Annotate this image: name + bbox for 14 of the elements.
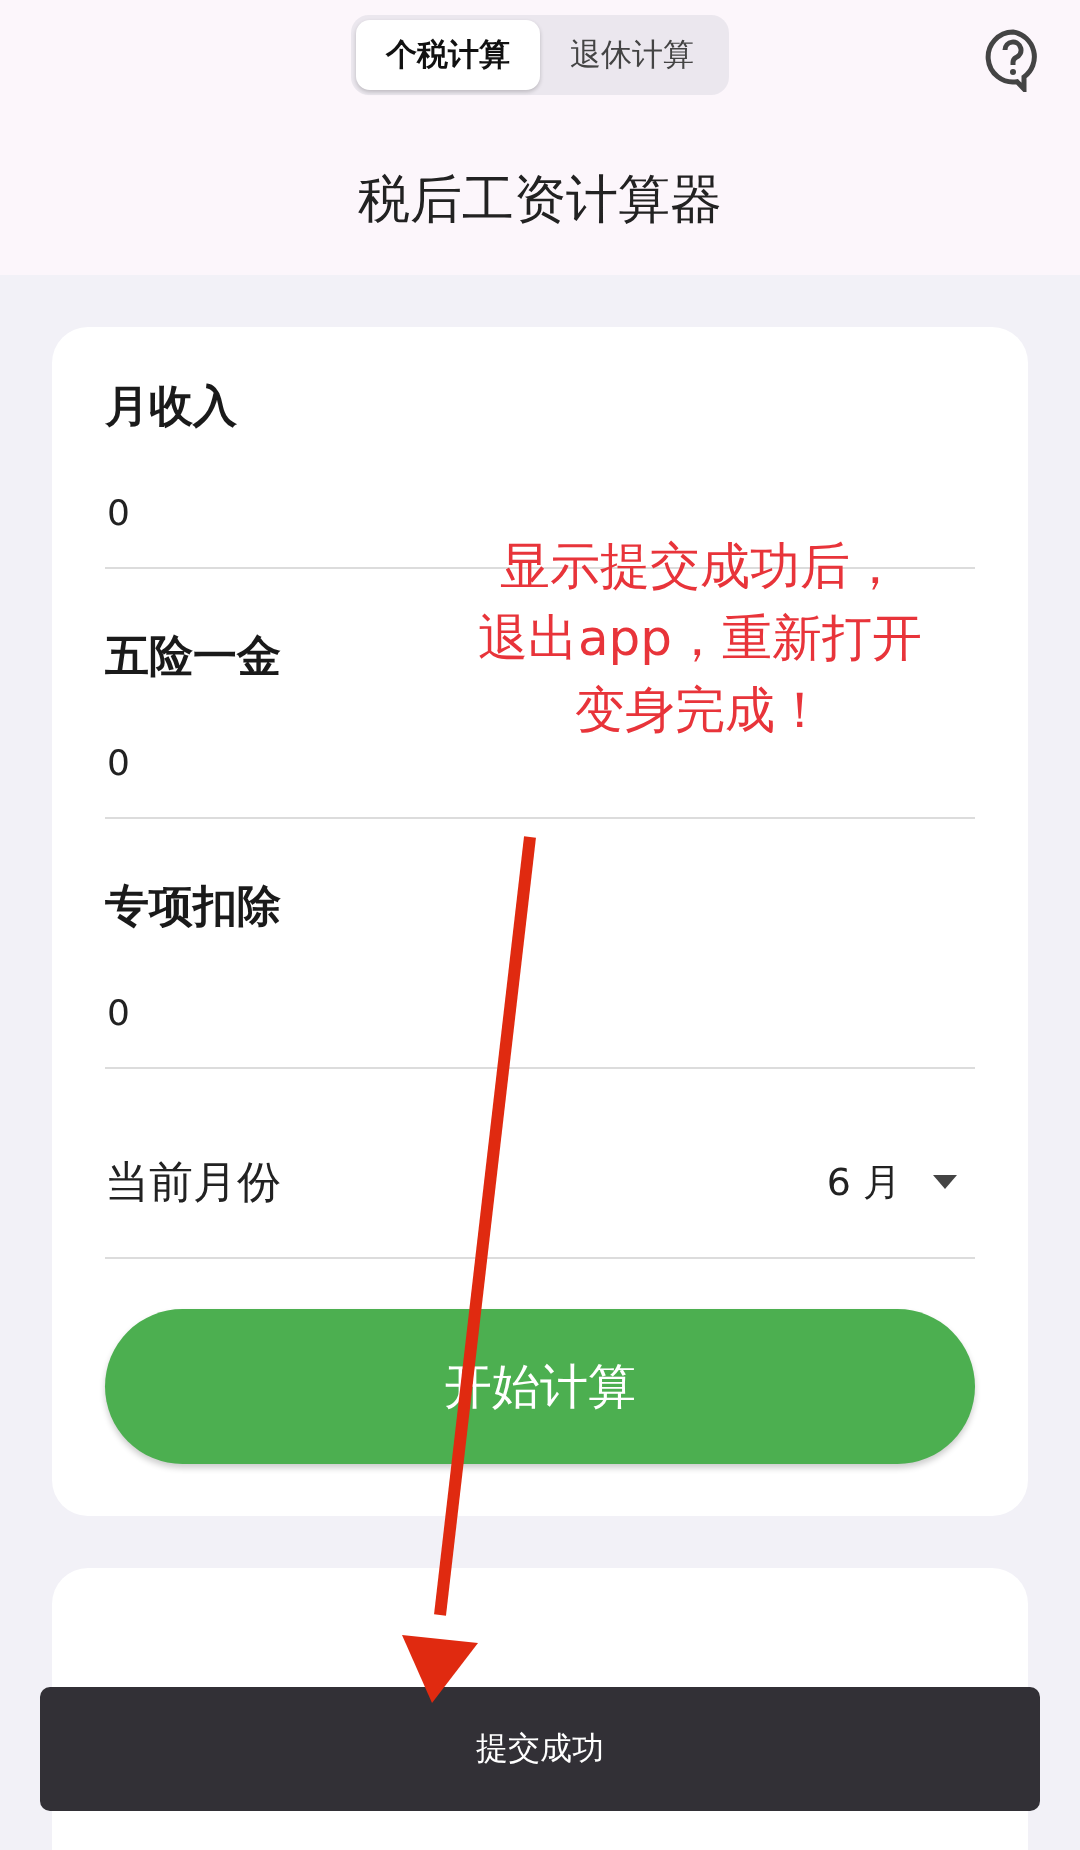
- field-label: 当前月份: [105, 1154, 282, 1209]
- tab[interactable]: 退休计算: [540, 20, 724, 90]
- field-label: 五险一金: [105, 629, 281, 683]
- input-field[interactable]: 0: [105, 492, 365, 533]
- page-title: 税后工资计算器: [358, 168, 722, 231]
- annotation-text: 显示提交成功后， 退出app，重新打开 变身完成！: [476, 536, 924, 741]
- month-dropdown[interactable]: 6 月: [826, 1156, 975, 1208]
- input-field[interactable]: 0: [105, 992, 365, 1033]
- caret-icon: [933, 1175, 957, 1189]
- input-field[interactable]: 0: [105, 742, 365, 783]
- field-label: 专项扣除: [105, 879, 281, 933]
- toast-message: 提交成功: [40, 1687, 1040, 1811]
- field-label: 月收入: [105, 379, 237, 433]
- tab[interactable]: 个税计算: [356, 20, 540, 90]
